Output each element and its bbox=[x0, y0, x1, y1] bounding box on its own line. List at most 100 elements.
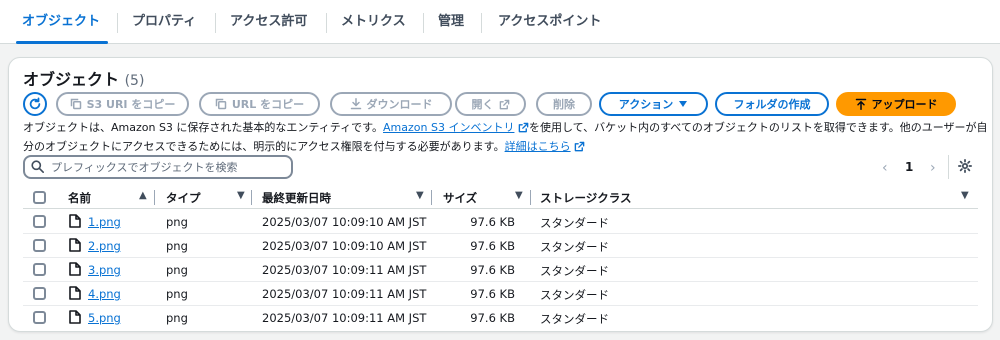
column-divider bbox=[251, 190, 252, 205]
column-header-name[interactable]: 名前 bbox=[68, 190, 91, 206]
table-header: 名前 ▲ タイプ ▼ 最終更新日時 ▼ サイズ ▼ ストレージクラス ▼ bbox=[23, 187, 978, 209]
copy-icon bbox=[215, 98, 227, 110]
open-label: 開く bbox=[471, 98, 494, 111]
description-text: オブジェクトは、Amazon S3 に保存された基本的なエンティティです。Ama… bbox=[23, 119, 988, 157]
download-label: ダウンロード bbox=[366, 98, 433, 111]
description-part1: オブジェクトは、Amazon S3 に保存された基本的なエンティティです。 bbox=[23, 121, 384, 134]
previous-page-icon[interactable]: ‹ bbox=[882, 160, 888, 176]
delete-label: 削除 bbox=[553, 98, 575, 111]
inventory-link[interactable]: Amazon S3 インベントリ bbox=[383, 121, 514, 134]
tab-bar: オブジェクト プロパティ アクセス許可 メトリクス 管理 アクセスポイント bbox=[0, 0, 1000, 44]
object-last-modified: 2025/03/07 10:09:10 AM JST bbox=[262, 239, 427, 253]
file-icon bbox=[69, 214, 81, 228]
object-name-link[interactable]: 4.png bbox=[88, 287, 121, 301]
object-last-modified: 2025/03/07 10:09:11 AM JST bbox=[262, 263, 427, 277]
column-divider bbox=[431, 190, 432, 205]
copy-url-label: URL をコピー bbox=[231, 98, 305, 111]
object-name-link[interactable]: 3.png bbox=[88, 263, 121, 277]
refresh-button[interactable] bbox=[23, 92, 47, 116]
download-button[interactable]: ダウンロード bbox=[330, 92, 452, 116]
pager-divider bbox=[948, 155, 949, 179]
delete-button[interactable]: 削除 bbox=[536, 92, 592, 116]
search-input[interactable] bbox=[49, 157, 289, 177]
column-header-storage-class[interactable]: ストレージクラス bbox=[540, 190, 632, 206]
copy-s3-uri-button[interactable]: S3 URI をコピー bbox=[56, 92, 189, 116]
tab-access-points[interactable]: アクセスポイント bbox=[486, 0, 613, 43]
object-count: (5) bbox=[124, 73, 145, 89]
object-storage-class: スタンダード bbox=[540, 264, 609, 278]
object-type: png bbox=[166, 263, 188, 277]
file-icon bbox=[69, 262, 81, 276]
row-checkbox[interactable] bbox=[33, 239, 46, 252]
tab-permissions[interactable]: アクセス許可 bbox=[218, 0, 319, 43]
column-header-size[interactable]: サイズ bbox=[443, 190, 477, 206]
object-size: 97.6 KB bbox=[470, 215, 515, 229]
object-last-modified: 2025/03/07 10:09:11 AM JST bbox=[262, 311, 427, 325]
refresh-icon bbox=[28, 97, 42, 111]
tab-properties[interactable]: プロパティ bbox=[120, 0, 208, 43]
table-row: 1.png png 2025/03/07 10:09:10 AM JST 97.… bbox=[23, 210, 978, 234]
copy-icon bbox=[70, 98, 82, 110]
create-folder-button[interactable]: フォルダの作成 bbox=[715, 92, 829, 116]
column-divider bbox=[154, 190, 155, 205]
tab-metrics[interactable]: メトリクス bbox=[329, 0, 418, 43]
sort-caret-icon[interactable]: ▼ bbox=[515, 190, 523, 201]
row-checkbox[interactable] bbox=[33, 287, 46, 300]
sort-caret-icon[interactable]: ▼ bbox=[416, 190, 424, 201]
next-page-icon[interactable]: › bbox=[930, 160, 936, 176]
object-size: 97.6 KB bbox=[470, 239, 515, 253]
object-size: 97.6 KB bbox=[470, 263, 515, 277]
panel-title-text: オブジェクト bbox=[23, 70, 120, 89]
learn-more-link[interactable]: 詳細はこちら bbox=[505, 140, 571, 153]
object-name-link[interactable]: 1.png bbox=[88, 215, 121, 229]
download-icon bbox=[350, 98, 362, 110]
sort-caret-icon[interactable]: ▼ bbox=[961, 190, 969, 201]
column-divider bbox=[530, 190, 531, 205]
actions-label: アクション bbox=[618, 98, 674, 111]
object-type: png bbox=[166, 215, 188, 229]
row-checkbox[interactable] bbox=[33, 263, 46, 276]
external-link-icon bbox=[499, 99, 510, 110]
table-row: 2.png png 2025/03/07 10:09:10 AM JST 97.… bbox=[23, 234, 978, 258]
object-type: png bbox=[166, 311, 188, 325]
gear-icon[interactable] bbox=[958, 159, 972, 176]
object-storage-class: スタンダード bbox=[540, 312, 609, 326]
object-size: 97.6 KB bbox=[470, 311, 515, 325]
copy-s3-uri-label: S3 URI をコピー bbox=[86, 98, 176, 111]
column-header-last-modified[interactable]: 最終更新日時 bbox=[262, 190, 331, 206]
upload-button[interactable]: アップロード bbox=[836, 92, 956, 116]
tab-management[interactable]: 管理 bbox=[426, 0, 476, 43]
objects-panel: オブジェクト (5) S3 URI をコピー URL をコピー ダウンロード 開… bbox=[8, 57, 993, 332]
object-size: 97.6 KB bbox=[470, 287, 515, 301]
copy-url-button[interactable]: URL をコピー bbox=[199, 92, 320, 116]
tab-divider bbox=[423, 13, 424, 33]
row-checkbox[interactable] bbox=[33, 215, 46, 228]
tab-objects[interactable]: オブジェクト bbox=[10, 0, 112, 44]
upload-label: アップロード bbox=[871, 98, 938, 111]
object-last-modified: 2025/03/07 10:09:11 AM JST bbox=[262, 287, 427, 301]
tab-divider bbox=[326, 13, 327, 33]
current-page[interactable]: 1 bbox=[905, 160, 913, 174]
search-icon bbox=[31, 160, 44, 173]
column-header-type[interactable]: タイプ bbox=[166, 190, 201, 206]
object-storage-class: スタンダード bbox=[540, 240, 609, 254]
row-checkbox[interactable] bbox=[33, 311, 46, 324]
object-name-link[interactable]: 5.png bbox=[88, 311, 121, 325]
table-row: 3.png png 2025/03/07 10:09:11 AM JST 97.… bbox=[23, 258, 978, 282]
select-all-checkbox[interactable] bbox=[33, 191, 46, 204]
upload-icon bbox=[855, 98, 867, 110]
file-icon bbox=[69, 310, 81, 324]
tab-divider bbox=[481, 13, 482, 33]
open-button[interactable]: 開く bbox=[455, 92, 526, 116]
sort-ascending-icon[interactable]: ▲ bbox=[139, 190, 147, 201]
panel-title: オブジェクト (5) bbox=[23, 66, 144, 90]
tab-divider bbox=[215, 13, 216, 33]
file-icon bbox=[69, 238, 81, 252]
sort-caret-icon[interactable]: ▼ bbox=[237, 190, 245, 201]
object-last-modified: 2025/03/07 10:09:10 AM JST bbox=[262, 215, 427, 229]
actions-button[interactable]: アクション bbox=[599, 92, 708, 116]
object-name-link[interactable]: 2.png bbox=[88, 239, 121, 253]
object-type: png bbox=[166, 239, 188, 253]
object-type: png bbox=[166, 287, 188, 301]
file-icon bbox=[69, 286, 81, 300]
